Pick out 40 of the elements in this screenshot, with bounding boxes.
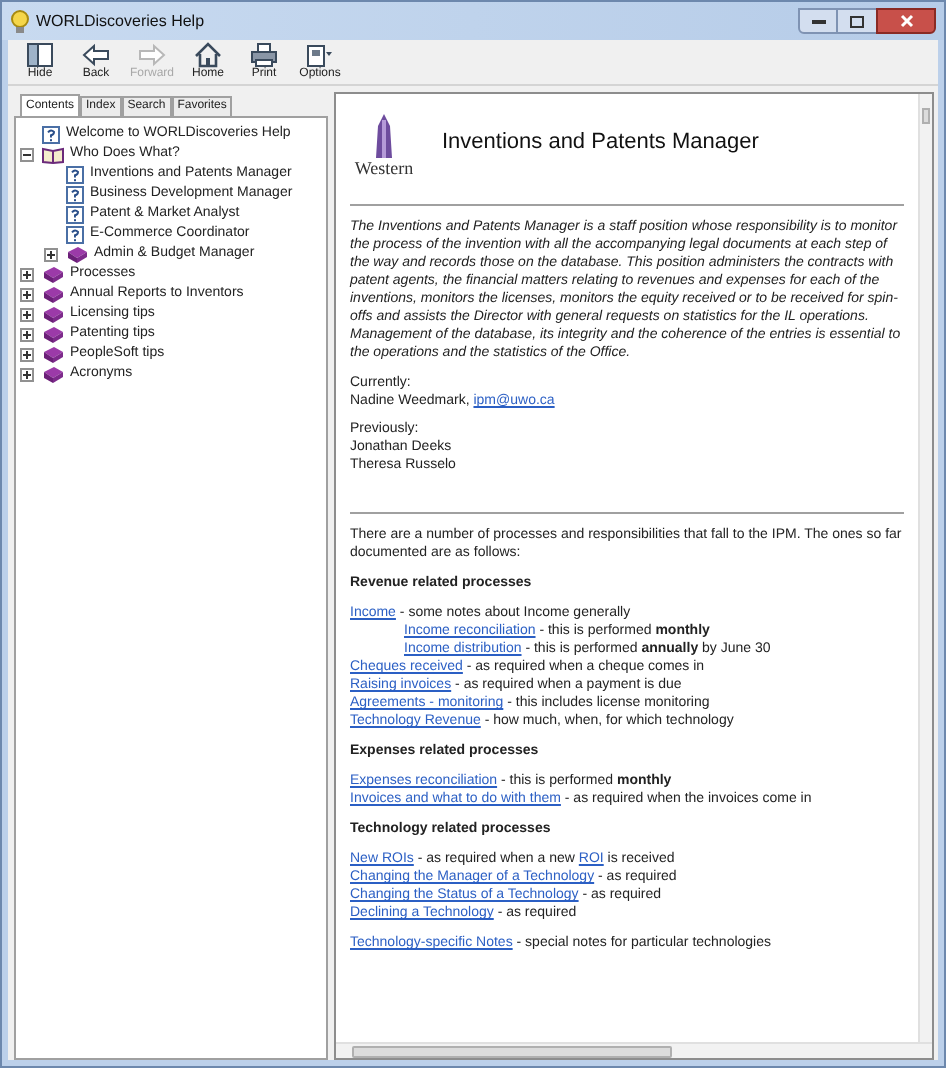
closed-book-icon [42,325,64,343]
expand-toggle[interactable] [20,347,34,361]
expand-toggle[interactable] [44,247,58,261]
expand-toggle[interactable] [20,267,34,281]
closed-book-icon [42,365,64,383]
close-icon [899,14,913,28]
expand-toggle[interactable] [20,327,34,341]
help-page-icon [66,225,84,243]
minimize-icon [811,18,825,24]
closed-book-icon [66,245,88,263]
vertical-scrollbar[interactable] [918,94,932,1042]
app-bulb-icon [10,9,30,33]
window-title: WORLDiscoveries Help [36,9,205,33]
help-page-icon [66,205,84,223]
home-icon [194,42,222,68]
help-page-icon [66,165,84,183]
closed-book-icon [42,345,64,363]
open-book-icon [42,145,64,163]
minimize-button[interactable] [798,8,838,34]
closed-book-icon [42,285,64,303]
close-button[interactable] [876,8,936,34]
expand-toggle[interactable] [20,307,34,321]
collapse-toggle[interactable] [20,147,34,161]
hide-pane-icon [26,42,54,68]
help-page-icon [66,185,84,203]
closed-book-icon [42,305,64,323]
forward-arrow-icon [138,42,166,68]
horizontal-scrollbar[interactable] [336,1042,932,1058]
help-page-icon [42,125,60,143]
printer-icon [250,42,278,68]
logo-crest-icon [370,114,398,158]
expand-toggle[interactable] [20,367,34,381]
closed-book-icon [42,265,64,283]
options-icon [306,42,334,68]
maximize-icon [850,15,864,27]
back-arrow-icon [82,42,110,68]
maximize-button[interactable] [838,8,876,34]
expand-toggle[interactable] [20,287,34,301]
logo-wordmark: Western [354,158,414,178]
page-title: Inventions and Patents Manager [442,127,759,157]
